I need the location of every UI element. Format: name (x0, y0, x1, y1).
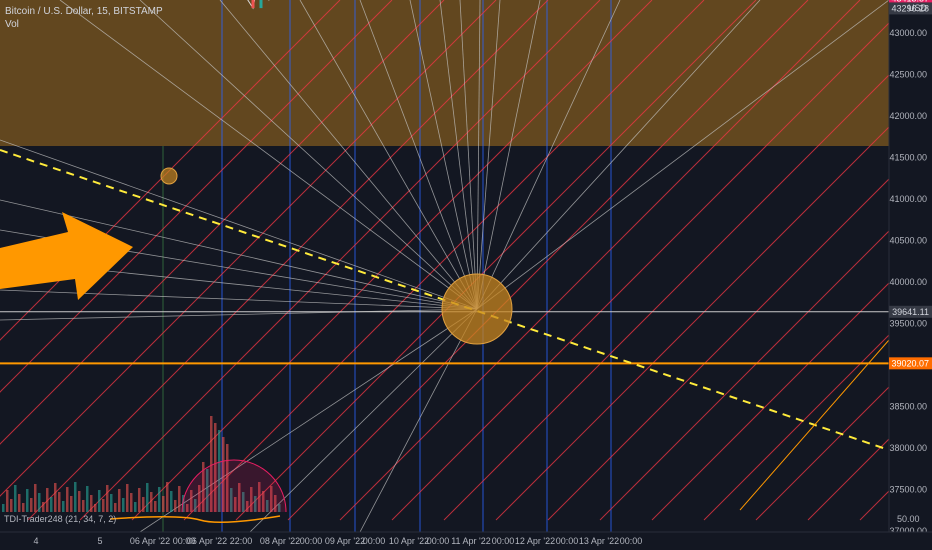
volume-bar-42 (170, 491, 173, 512)
volume-bar-0 (2, 504, 5, 512)
y-tick-label-10: 42000.00 (889, 111, 927, 121)
volume-bar-38 (154, 501, 157, 512)
x-tick-label-2: 06 Apr '22 (130, 536, 170, 546)
x-tick-label-4: 06 Apr '22 (187, 536, 227, 546)
volume-bar-28 (114, 503, 117, 512)
volume-bar-17 (70, 496, 73, 512)
volume-bar-24 (98, 490, 101, 512)
y-tick-label-8: 41000.00 (889, 194, 927, 204)
currency-label[interactable]: USD (908, 3, 927, 13)
tdi-line (109, 515, 281, 523)
x-tick-label-10: 10 Apr '22 (389, 536, 429, 546)
x-tick-label-13: 00:00 (492, 536, 515, 546)
volume-bar-41 (166, 482, 169, 512)
y-tick-label-2: 38000.00 (889, 443, 927, 453)
volume-bar-3 (14, 485, 17, 512)
x-tick-label-1: 5 (97, 536, 102, 546)
volume-bar-22 (90, 495, 93, 512)
small-circle (160, 167, 178, 185)
volume-bar-19 (78, 491, 81, 512)
chart-canvas[interactable]: 37000.0037500.0038000.0038500.0039000.00… (0, 0, 932, 550)
x-tick-label-5: 22:00 (230, 536, 253, 546)
volume-bar-26 (106, 485, 109, 512)
fan-line-22 (359, 308, 478, 532)
y-tick-label-6: 40000.00 (889, 277, 927, 287)
volume-bar-31 (126, 484, 129, 512)
volume-bar-10 (42, 502, 45, 512)
chart-header: Bitcoin / U.S. Dollar, 15, BITSTAMP Vol (5, 5, 163, 31)
x-tick-label-15: 00:00 (556, 536, 579, 546)
x-tick-label-16: 13 Apr '22 (579, 536, 619, 546)
volume-bar-5 (22, 503, 25, 512)
x-tick-label-11: 00:00 (427, 536, 450, 546)
y-tick-label-7: 40500.00 (889, 236, 927, 246)
x-tick-label-6: 08 Apr '22 (260, 536, 300, 546)
volume-bar-29 (118, 489, 121, 512)
x-tick-label-8: 09 Apr '22 (325, 536, 365, 546)
x-tick-label-0: 4 (33, 536, 38, 546)
volume-bar-20 (82, 500, 85, 512)
volume-bar-9 (38, 493, 41, 512)
volume-bar-8 (34, 484, 37, 512)
symbol-title[interactable]: Bitcoin / U.S. Dollar, 15, BITSTAMP (5, 5, 163, 18)
volume-bar-34 (138, 488, 141, 512)
volume-bar-7 (30, 498, 33, 512)
tdi-indicator-label[interactable]: TDI-Trader248 (21, 34, 7, 2) (4, 514, 116, 524)
volume-bar-13 (54, 483, 57, 512)
fan-line-0 (0, 308, 478, 321)
pivot-circle (441, 273, 513, 345)
volume-bar-18 (74, 482, 77, 512)
volume-arc (181, 459, 287, 513)
volume-bar-27 (110, 494, 113, 512)
x-tick-label-14: 12 Apr '22 (515, 536, 555, 546)
y-tick-label-9: 41500.00 (889, 153, 927, 163)
volume-bar-39 (158, 487, 161, 512)
volume-bar-2 (10, 499, 13, 512)
volume-bar-4 (18, 494, 21, 512)
volume-bar-21 (86, 486, 89, 512)
vol-label[interactable]: Vol (5, 18, 163, 31)
orange-diagonal (739, 339, 889, 511)
y-tick-label-12: 43000.00 (889, 28, 927, 38)
x-tick-label-12: 11 Apr '22 (451, 536, 491, 546)
arrow-icon (0, 212, 133, 300)
x-tick-label-17: 00:00 (620, 536, 643, 546)
volume-bar-35 (142, 497, 145, 512)
y-tick-label-5: 39500.00 (889, 319, 927, 329)
volume-bar-16 (66, 487, 69, 512)
volume-bar-36 (146, 483, 149, 512)
volume-bar-6 (26, 489, 29, 512)
y-tick-label-11: 42500.00 (889, 70, 927, 80)
volume-bar-1 (6, 490, 9, 512)
volume-bar-23 (94, 504, 97, 512)
price-label-5: 39020.07 (891, 358, 929, 368)
volume-bar-14 (58, 492, 61, 512)
volume-bar-32 (130, 493, 133, 512)
volume-bar-30 (122, 498, 125, 512)
tdi-value: 50.00 (897, 514, 920, 524)
y-tick-label-3: 38500.00 (889, 402, 927, 412)
x-tick-label-7: 00:00 (300, 536, 323, 546)
x-tick-label-9: 00:00 (363, 536, 386, 546)
volume-bar-11 (46, 488, 49, 512)
volume-bar-37 (150, 492, 153, 512)
volume-bar-12 (50, 497, 53, 512)
price-label-4: 39641.11 (892, 307, 929, 317)
volume-bar-25 (102, 499, 105, 512)
volume-bar-33 (134, 502, 137, 512)
volume-bar-15 (62, 501, 65, 512)
volume-bar-43 (174, 500, 177, 512)
y-tick-label-1: 37500.00 (889, 485, 927, 495)
volume-bar-40 (162, 496, 165, 512)
volume-bar-44 (178, 486, 181, 512)
